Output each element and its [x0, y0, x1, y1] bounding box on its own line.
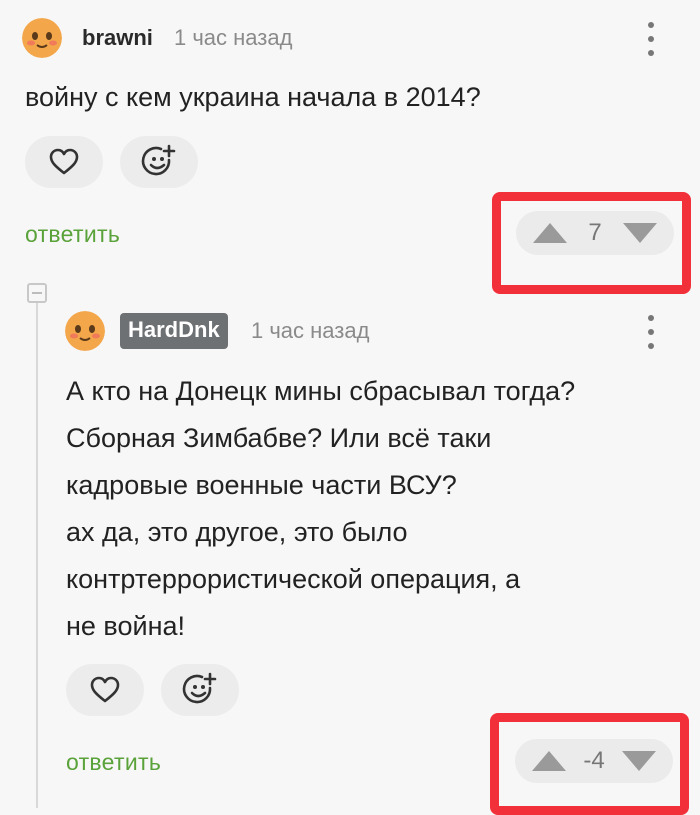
vote-widget: 7 [516, 211, 674, 255]
vote-count: 7 [588, 219, 602, 246]
comment-text: А кто на Донецк мины сбрасывал тогда? Сб… [66, 376, 576, 641]
reply-button[interactable]: ответить [66, 749, 161, 776]
emoji-add-icon [182, 672, 217, 704]
heart-icon [90, 676, 120, 703]
react-button[interactable] [161, 664, 239, 716]
reply-button[interactable]: ответить [25, 221, 120, 248]
kebab-menu-icon[interactable] [641, 315, 661, 349]
avatar-emoji-icon [65, 311, 105, 351]
comment-text: войну с кем украина начала в 2014? [25, 82, 481, 112]
username[interactable]: brawni [82, 25, 153, 51]
triangle-up-icon[interactable] [531, 750, 567, 772]
triangle-down-icon[interactable] [621, 750, 657, 772]
timestamp: 1 час назад [251, 318, 370, 343]
kebab-menu-icon[interactable] [641, 22, 661, 56]
emoji-add-icon [141, 144, 176, 176]
avatar[interactable] [22, 18, 62, 58]
avatar[interactable] [65, 311, 105, 351]
collapse-thread-button[interactable] [27, 283, 47, 303]
timestamp: 1 час назад [174, 25, 293, 50]
vote-count: -4 [583, 747, 605, 774]
heart-icon [49, 148, 79, 175]
vote-widget: -4 [515, 739, 673, 783]
like-button[interactable] [66, 664, 144, 716]
like-button[interactable] [25, 136, 103, 188]
triangle-up-icon[interactable] [532, 222, 568, 244]
react-button[interactable] [120, 136, 198, 188]
username[interactable]: HardDnk [120, 313, 228, 349]
triangle-down-icon[interactable] [622, 222, 658, 244]
avatar-emoji-icon [22, 18, 62, 58]
thread-line [36, 300, 38, 808]
